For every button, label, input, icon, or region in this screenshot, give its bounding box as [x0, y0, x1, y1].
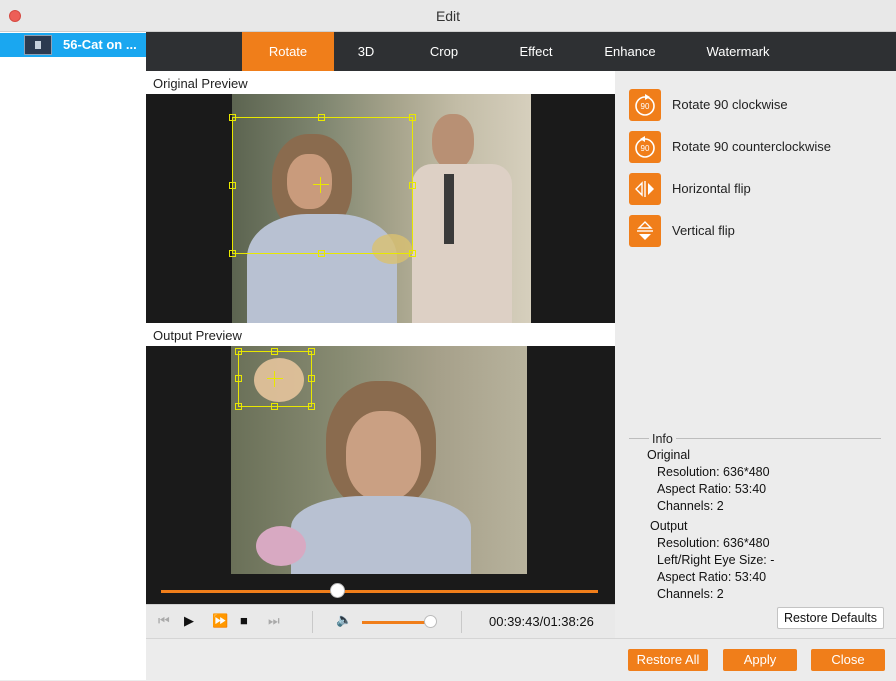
- preview-pane: Original Preview Output Preview: [146, 71, 615, 604]
- watermark-handle[interactable]: [308, 375, 315, 382]
- file-name-label: 56-Cat on ...: [63, 37, 137, 52]
- watermark-center-crosshair-icon[interactable]: [267, 371, 283, 387]
- output-aspect-ratio: Aspect Ratio: 53:40: [657, 570, 767, 584]
- rotate-counterclockwise-label: Rotate 90 counterclockwise: [672, 139, 831, 154]
- divider: [312, 611, 313, 633]
- output-resolution: Resolution: 636*480: [657, 536, 770, 550]
- horizontal-flip-label: Horizontal flip: [672, 181, 751, 196]
- svg-text:90: 90: [641, 144, 650, 153]
- original-aspect-ratio: Aspect Ratio: 53:40: [657, 482, 767, 496]
- original-channels: Channels: 2: [657, 499, 724, 513]
- crop-handle[interactable]: [318, 250, 325, 257]
- crop-handle[interactable]: [409, 114, 416, 121]
- title-bar: Edit: [0, 0, 896, 32]
- crop-handle[interactable]: [229, 182, 236, 189]
- output-preview-video: [146, 346, 615, 574]
- stop-icon[interactable]: ■: [240, 613, 248, 628]
- output-eye-size: Left/Right Eye Size: -: [657, 553, 775, 567]
- tab-watermark[interactable]: Watermark: [686, 32, 790, 71]
- restore-all-button[interactable]: Restore All: [628, 649, 708, 671]
- file-list-sidebar: 56-Cat on ...: [0, 32, 147, 680]
- crop-handle[interactable]: [409, 182, 416, 189]
- original-preview-title: Original Preview: [153, 76, 248, 91]
- tab-crop[interactable]: Crop: [408, 32, 480, 71]
- tab-effect[interactable]: Effect: [498, 32, 574, 71]
- apply-button[interactable]: Apply: [723, 649, 797, 671]
- output-heading: Output: [650, 519, 688, 533]
- speaker-icon[interactable]: 🔈: [336, 612, 352, 628]
- svg-text:90: 90: [641, 102, 650, 111]
- original-resolution: Resolution: 636*480: [657, 465, 770, 479]
- time-display: 00:39:43/01:38:26: [489, 614, 594, 629]
- divider: [461, 611, 462, 633]
- volume-slider-knob[interactable]: [424, 615, 437, 628]
- crop-handle[interactable]: [409, 250, 416, 257]
- file-list-item[interactable]: 56-Cat on ...: [0, 33, 146, 57]
- watermark-handle[interactable]: [235, 348, 242, 355]
- vertical-flip-label: Vertical flip: [672, 223, 735, 238]
- rotate-clockwise-label: Rotate 90 clockwise: [672, 97, 788, 112]
- crop-handle[interactable]: [229, 114, 236, 121]
- rotate-clockwise-icon[interactable]: 90: [629, 89, 661, 121]
- seek-bar-area: [146, 574, 615, 604]
- output-channels: Channels: 2: [657, 587, 724, 601]
- rotate-counterclockwise-icon[interactable]: 90: [629, 131, 661, 163]
- rotate-options-panel: 90 Rotate 90 clockwise 90 Rotate 90 coun…: [615, 71, 896, 638]
- crop-center-crosshair-icon[interactable]: [313, 177, 329, 193]
- edit-tab-bar: Rotate 3D Crop Effect Enhance Watermark: [146, 32, 896, 71]
- original-preview-video: [146, 94, 615, 323]
- watermark-handle[interactable]: [235, 375, 242, 382]
- close-button[interactable]: Close: [811, 649, 885, 671]
- tab-3d[interactable]: 3D: [334, 32, 398, 71]
- original-heading: Original: [647, 448, 691, 462]
- restore-defaults-button[interactable]: Restore Defaults: [777, 607, 884, 629]
- watermark-handle[interactable]: [308, 403, 315, 410]
- crop-handle[interactable]: [229, 250, 236, 257]
- volume-slider-track[interactable]: [362, 621, 430, 624]
- tab-enhance[interactable]: Enhance: [590, 32, 670, 71]
- window-title: Edit: [435, 8, 461, 24]
- horizontal-flip-icon[interactable]: [629, 173, 661, 205]
- crop-handle[interactable]: [318, 114, 325, 121]
- watermark-handle[interactable]: [235, 403, 242, 410]
- watermark-handle[interactable]: [271, 348, 278, 355]
- info-title: Info: [649, 432, 676, 446]
- skip-to-start-icon[interactable]: ⏮: [158, 613, 170, 629]
- video-thumbnail: [24, 35, 52, 55]
- bottom-action-bar: Restore All Apply Close: [146, 638, 896, 681]
- playback-controls: ⏮ ▶ ⏩ ■ ⏭ 🔈 00:39:43/01:38:26: [146, 604, 615, 639]
- seek-slider-track[interactable]: [161, 590, 598, 593]
- output-preview-title: Output Preview: [153, 328, 242, 343]
- tab-rotate[interactable]: Rotate: [242, 32, 334, 71]
- seek-slider-knob[interactable]: [330, 583, 345, 598]
- play-icon[interactable]: ▶: [184, 613, 194, 629]
- watermark-handle[interactable]: [271, 403, 278, 410]
- fast-forward-icon[interactable]: ⏩: [212, 613, 228, 629]
- watermark-handle[interactable]: [308, 348, 315, 355]
- skip-to-end-icon[interactable]: ⏭: [268, 613, 280, 629]
- vertical-flip-icon[interactable]: [629, 215, 661, 247]
